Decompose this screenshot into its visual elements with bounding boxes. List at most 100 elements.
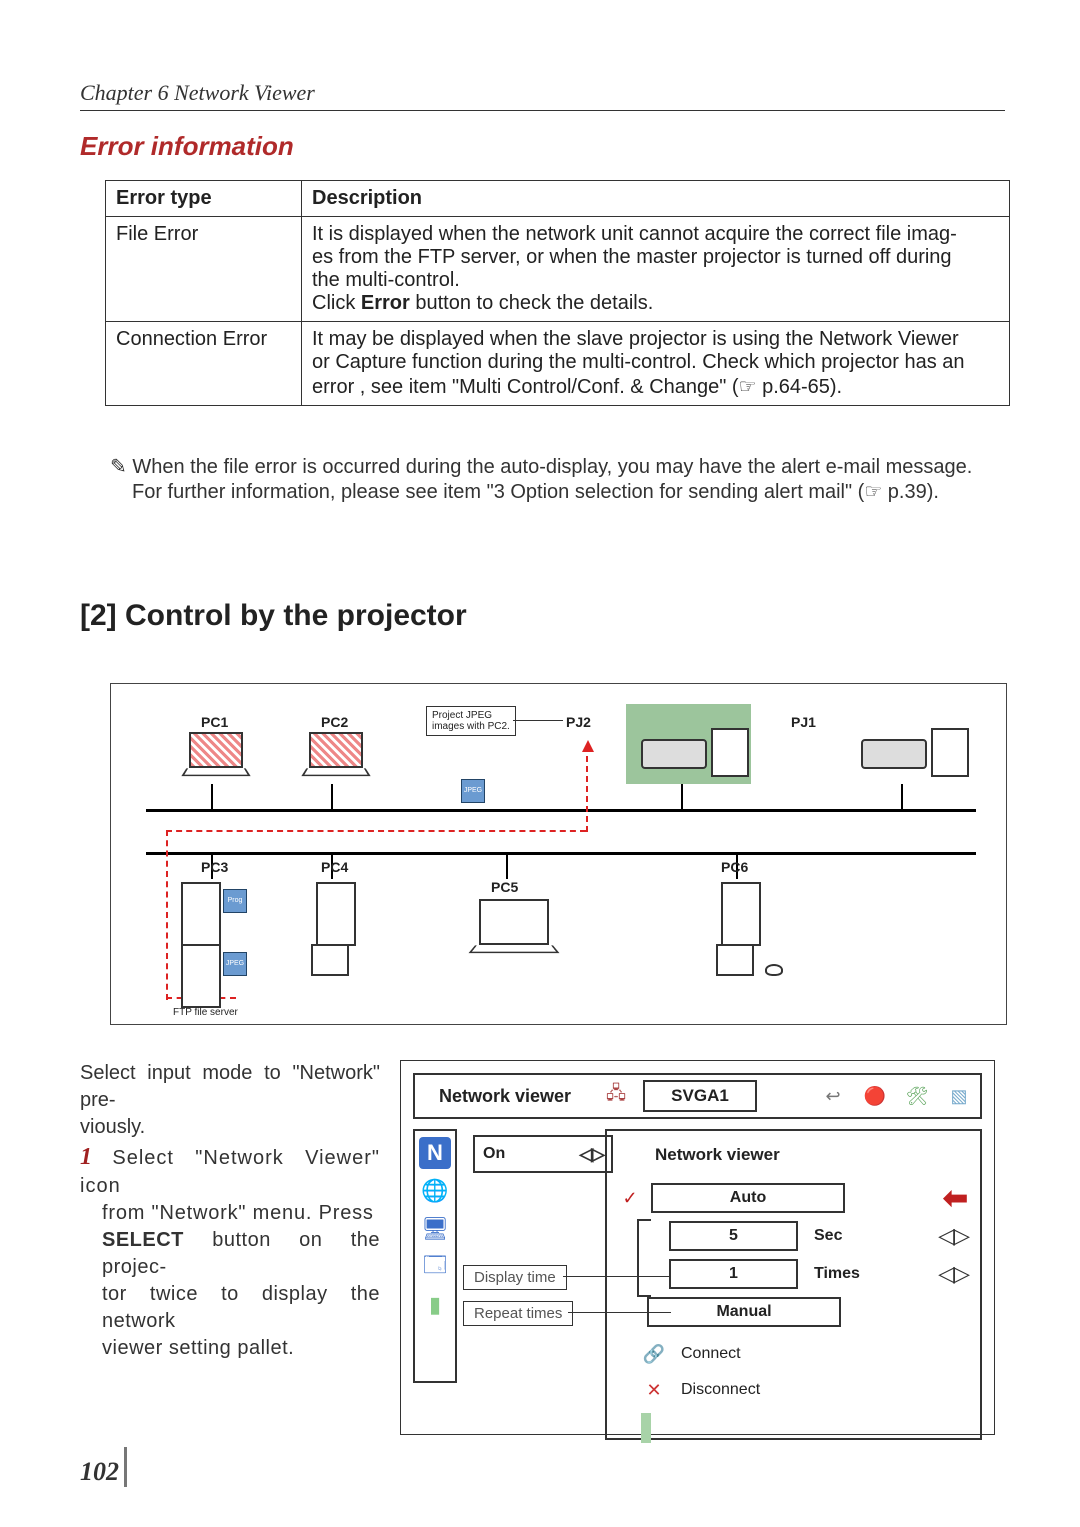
callout-repeat-times: Repeat times [463, 1301, 573, 1326]
error-table: Error type Description File Error It is … [105, 180, 1010, 406]
on-field[interactable]: On ◁▷ [473, 1135, 613, 1173]
note-line: For further information, please see item… [132, 479, 1005, 504]
tower-icon [181, 882, 221, 946]
menu-title: Network viewer [415, 1086, 595, 1107]
sec-label: Sec [814, 1227, 842, 1245]
diagram-label-pc6: PC6 [721, 859, 748, 875]
cell-description: It is displayed when the network unit ca… [302, 217, 1010, 322]
on-label: On [483, 1145, 505, 1163]
menu-screenshot: Network viewer 🖧 SVGA1 ↩ 🔴 🛠 ▧ N 🌐 🖥 🗔 ▮… [400, 1060, 995, 1435]
text-bold: Error [361, 292, 410, 314]
color-icon[interactable]: 🔴 [860, 1081, 890, 1111]
text: Select "Network Viewer" icon [80, 1147, 380, 1197]
text: tor twice to display the network [102, 1283, 380, 1332]
text: from "Network" menu. Press [102, 1202, 374, 1224]
monitor-icon [311, 944, 349, 976]
cell-error-type: Connection Error [106, 322, 302, 406]
connect-button[interactable]: Connect [681, 1345, 841, 1363]
text: It may be displayed when the slave proje… [312, 328, 959, 350]
menu-sidebar: N 🌐 🖥 🗔 ▮ [413, 1129, 457, 1383]
note-icon: ✎ [110, 456, 127, 478]
network-icon: 🖧 [601, 1081, 631, 1111]
back-icon[interactable]: ↩ [818, 1081, 848, 1111]
text: es from the FTP server, or when the mast… [312, 246, 952, 268]
th-description: Description [302, 181, 1010, 217]
monitor-icon [716, 944, 754, 976]
page-number-divider [124, 1447, 127, 1487]
arrows-left-right-icon[interactable]: ◁▷ [938, 1261, 968, 1287]
text: or Capture function during the multi-con… [312, 351, 965, 373]
note-line: When the file error is occurred during t… [132, 456, 972, 478]
sec-field[interactable]: 5 [669, 1221, 798, 1251]
diagram-callout: Project JPEG images with PC2. [426, 706, 516, 736]
laptop-icon [181, 732, 251, 782]
tower-icon [316, 882, 356, 946]
arrows-left-right-icon[interactable]: ◁▷ [579, 1144, 603, 1165]
section-control-title: [2] Control by the projector [80, 599, 1005, 633]
laptop-icon [469, 899, 559, 949]
text: the multi-control. [312, 269, 460, 291]
settings-icon[interactable]: 🛠 [902, 1081, 932, 1111]
text: It is displayed when the network unit ca… [312, 223, 957, 245]
text: viewer setting pallet. [102, 1337, 294, 1359]
text: Click [312, 292, 361, 314]
tower-icon [721, 882, 761, 946]
auto-field[interactable]: Auto [651, 1183, 845, 1213]
section-error-info-title: Error information [80, 131, 1005, 162]
jpeg-icon: JPEG [223, 952, 247, 976]
arrow-left-icon[interactable]: ⬅ [943, 1181, 968, 1216]
panel-title: Network viewer [655, 1145, 968, 1165]
arrows-left-right-icon[interactable]: ◁▷ [938, 1223, 968, 1249]
text: images with PC2. [432, 721, 510, 732]
disconnect-button[interactable]: Disconnect [681, 1381, 841, 1399]
status-bar-icon [641, 1413, 651, 1443]
prog-icon: Prog [223, 889, 247, 913]
table-row: File Error It is displayed when the netw… [106, 217, 1010, 322]
capture-icon[interactable]: 🗔 [419, 1251, 451, 1283]
text: button to check the details. [410, 292, 654, 314]
disconnect-icon[interactable]: ✕ [641, 1377, 667, 1403]
text: Project JPEG [432, 710, 492, 721]
step-number: 1 [80, 1144, 92, 1170]
check-icon: ✓ [619, 1188, 641, 1209]
diagram-label-pc2: PC2 [321, 714, 348, 730]
network-diagram: PC1 PC2 PJ2 PJ1 PC3 PC4 PC5 PC6 Project … [110, 683, 1007, 1025]
text: viously. [80, 1116, 145, 1138]
ftp-label: FTP file server [173, 1007, 238, 1018]
jpeg-icon: JPEG [461, 779, 485, 803]
text: Select input mode to "Network" pre- [80, 1062, 380, 1111]
text: error , see item "Multi Control/Conf. & … [312, 376, 842, 398]
table-row: Connection Error It may be displayed whe… [106, 322, 1010, 406]
times-field[interactable]: 1 [669, 1259, 798, 1289]
cell-description: It may be displayed when the slave proje… [302, 322, 1010, 406]
connect-icon[interactable]: 🔗 [641, 1341, 667, 1367]
projector-icon [861, 739, 941, 779]
image-icon[interactable]: ▧ [944, 1081, 974, 1111]
times-label: Times [814, 1265, 860, 1283]
diagram-label-pc3: PC3 [201, 859, 228, 875]
network-n-icon[interactable]: N [419, 1137, 451, 1169]
diagram-label-pj2: PJ2 [566, 714, 591, 730]
page-number: 102 [80, 1457, 119, 1487]
diagram-label-pc4: PC4 [321, 859, 348, 875]
th-error-type: Error type [106, 181, 302, 217]
cell-error-type: File Error [106, 217, 302, 322]
chapter-header: Chapter 6 Network Viewer [80, 80, 1005, 111]
menu-panel: Network viewer ✓ Auto ⬅ 5 Sec ◁▷ 1 [605, 1129, 982, 1440]
note-block: ✎ When the file error is occurred during… [110, 454, 1005, 504]
mouse-icon [765, 964, 783, 976]
diagram-label-pj1: PJ1 [791, 714, 816, 730]
callout-display-time: Display time [463, 1265, 567, 1290]
svga-indicator[interactable]: SVGA1 [643, 1080, 757, 1112]
diagram-label-pc5: PC5 [491, 879, 518, 895]
network-set-icon[interactable]: 🌐 [419, 1175, 451, 1207]
projector-icon [641, 739, 721, 779]
manual-field[interactable]: Manual [647, 1297, 841, 1327]
tower-icon [181, 944, 221, 1008]
info-icon[interactable]: ▮ [419, 1289, 451, 1321]
text-bold: SELECT [102, 1229, 184, 1251]
instruction-text: Select input mode to "Network" pre- viou… [80, 1060, 380, 1435]
diagram-label-pc1: PC1 [201, 714, 228, 730]
viewer-icon[interactable]: 🖥 [419, 1213, 451, 1245]
laptop-icon [301, 732, 371, 782]
